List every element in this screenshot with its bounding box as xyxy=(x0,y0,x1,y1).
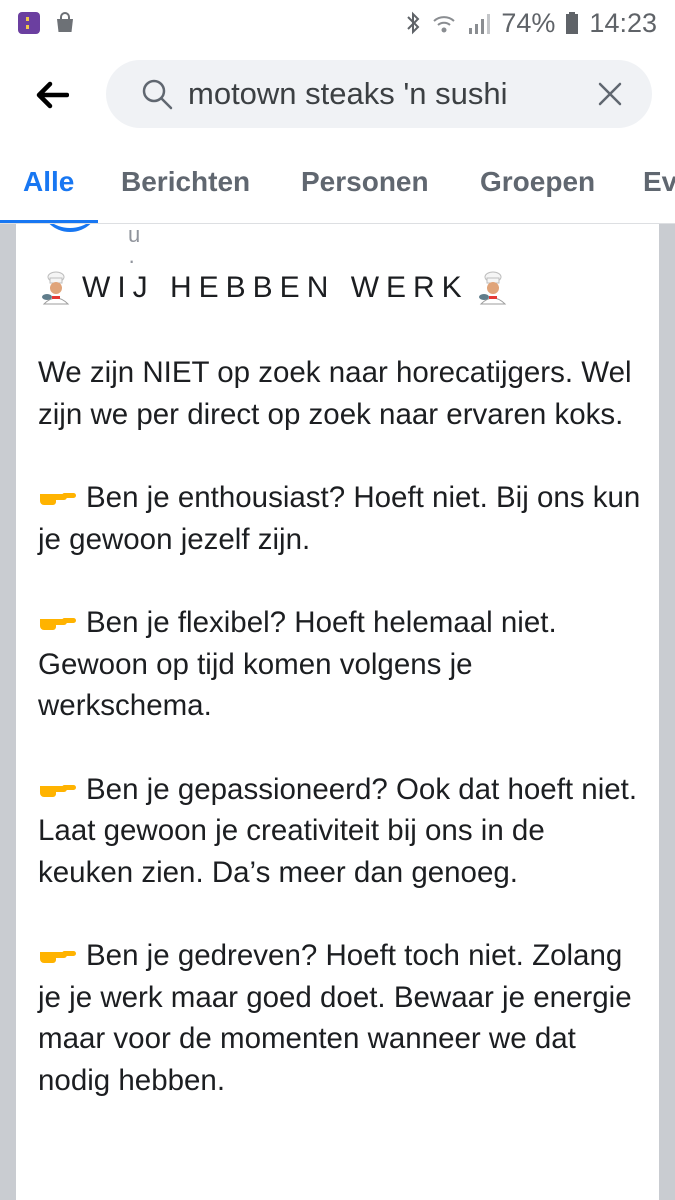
status-bar: 74% 14:23 xyxy=(0,0,675,46)
tab-groepen[interactable]: Groepen xyxy=(480,166,595,198)
post-point: Ben je enthousiast? Hoeft niet. Bij ons … xyxy=(38,477,641,560)
post-point: Ben je flexibel? Hoeft helemaal niet. Ge… xyxy=(38,602,641,727)
app-notification-icon xyxy=(18,12,40,34)
tab-berichten[interactable]: Berichten xyxy=(121,166,250,198)
post-body: WIJ HEBBEN WERK We zijn NIET op zoek naa… xyxy=(38,264,641,1143)
post-card: 22 u · WIJ HEBBEN WERK We zijn NIET xyxy=(16,224,659,1200)
battery-icon xyxy=(566,12,579,34)
cook-emoji-icon xyxy=(478,271,506,305)
battery-percentage: 74% xyxy=(501,7,556,38)
headline-text: WIJ HEBBEN WERK xyxy=(82,271,469,304)
search-icon xyxy=(142,79,173,110)
notification-icons xyxy=(18,12,76,34)
post-point-text: Ben je enthousiast? Hoeft niet. Bij ons … xyxy=(38,481,641,556)
search-query[interactable]: motown steaks 'n sushi xyxy=(188,76,580,112)
post-point: Ben je gedreven? Hoeft toch niet. Zolang… xyxy=(38,935,641,1101)
search-filter-tabs: Alle Berichten Personen Groepen Ev xyxy=(0,144,675,224)
post-point-text: Ben je gepassioneerd? Ook dat hoeft niet… xyxy=(38,772,638,889)
pointing-hand-icon xyxy=(40,618,76,630)
tab-evenementen[interactable]: Ev xyxy=(643,166,675,198)
search-header: motown steaks 'n sushi xyxy=(0,46,675,144)
search-field[interactable]: motown steaks 'n sushi xyxy=(106,60,652,128)
pointing-hand-icon xyxy=(40,951,76,963)
post-point-text: Ben je flexibel? Hoeft helemaal niet. Ge… xyxy=(38,606,557,722)
post-point-text: Ben je gedreven? Hoeft toch niet. Zolang… xyxy=(38,939,632,1097)
system-icons: 74% 14:23 xyxy=(405,8,657,39)
tab-alle[interactable]: Alle xyxy=(23,166,74,198)
wifi-icon xyxy=(433,16,456,33)
post-intro: We zijn NIET op zoek naar horecatijgers.… xyxy=(38,356,632,431)
clear-search-button[interactable] xyxy=(580,64,640,124)
shopping-bag-icon xyxy=(57,12,73,32)
pointing-hand-icon xyxy=(40,784,76,797)
avatar[interactable] xyxy=(40,224,100,232)
bluetooth-icon xyxy=(407,11,420,35)
back-arrow-icon xyxy=(36,81,69,109)
back-button[interactable] xyxy=(12,55,92,135)
tab-personen[interactable]: Personen xyxy=(301,166,429,198)
close-icon xyxy=(598,82,622,106)
clock: 14:23 xyxy=(589,7,657,38)
signal-icon xyxy=(469,14,491,34)
pointing-hand-icon xyxy=(40,493,76,505)
post-headline: WIJ HEBBEN WERK xyxy=(38,264,641,312)
post-point: Ben je gepassioneerd? Ook dat hoeft niet… xyxy=(38,769,641,894)
cook-emoji-icon xyxy=(42,271,70,305)
